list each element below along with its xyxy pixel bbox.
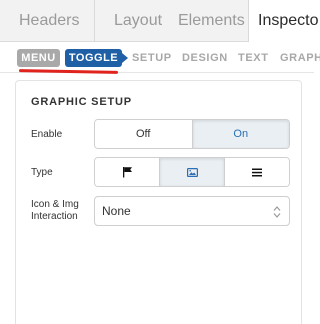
select-arrows-icon <box>273 206 281 218</box>
image-icon <box>186 167 198 177</box>
subnav-graph[interactable]: GRAPH <box>280 49 320 67</box>
breadcrumb-toggle[interactable]: TOGGLE <box>65 49 128 67</box>
type-selector <box>94 157 290 187</box>
breadcrumb-menu[interactable]: MENU <box>17 49 60 67</box>
section-title: GRAPHIC SETUP <box>31 96 132 108</box>
icon-img-label-line1: Icon & Img <box>31 199 79 210</box>
tab-layout[interactable]: Layout <box>114 0 162 42</box>
sub-nav: MENU TOGGLE SETUP DESIGN TEXT GRAPH <box>0 43 320 74</box>
flag-icon <box>122 167 132 178</box>
tab-inspector[interactable]: Inspecto <box>249 0 319 43</box>
tab-elements[interactable]: Elements <box>178 0 245 42</box>
type-label: Type <box>31 167 53 178</box>
enable-off-button[interactable]: Off <box>95 120 193 148</box>
enable-on-button[interactable]: On <box>192 120 289 148</box>
icon-img-interaction-select[interactable]: None <box>94 196 290 226</box>
icon-img-interaction-label: Icon & Img Interaction <box>31 199 101 223</box>
graphic-setup-panel: GRAPHIC SETUP Enable Off On Type Icon & … <box>15 80 302 324</box>
tab-headers[interactable]: Headers <box>19 0 79 42</box>
hamburger-icon <box>252 168 262 176</box>
tab-divider <box>94 0 95 42</box>
enable-toggle: Off On <box>94 119 290 149</box>
select-value: None <box>102 204 131 218</box>
icon-img-label-line2: Interaction <box>31 211 78 222</box>
annotation-underline <box>18 69 119 74</box>
subnav-setup[interactable]: SETUP <box>132 49 172 67</box>
type-flag-button[interactable] <box>95 158 160 186</box>
type-menu-button[interactable] <box>225 158 289 186</box>
subnav-design[interactable]: DESIGN <box>182 49 228 67</box>
subnav-text[interactable]: TEXT <box>238 49 269 67</box>
enable-label: Enable <box>31 129 63 140</box>
top-tab-bar: Headers Layout Elements Inspecto <box>0 0 319 43</box>
type-image-button[interactable] <box>160 158 225 186</box>
